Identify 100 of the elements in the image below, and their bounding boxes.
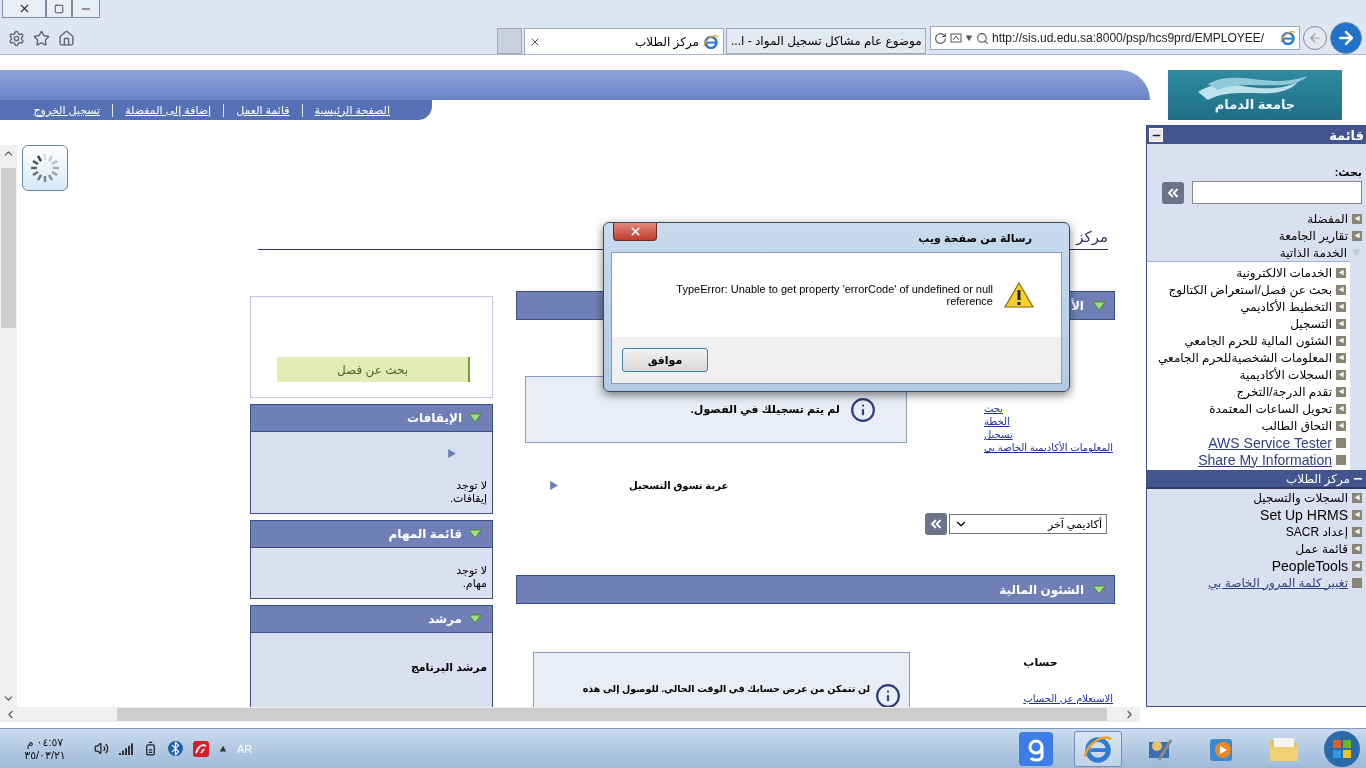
address-bar[interactable]: http://sis.ud.edu.sa:8000/psp/hcs9prd/EMPLOYEE/ bbox=[930, 26, 1300, 50]
collapse-icon[interactable] bbox=[1092, 300, 1106, 311]
menu-item[interactable]: الخدمات الالكترونية bbox=[1147, 264, 1350, 281]
menu-item[interactable]: الشئون المالية للحرم الجامعي bbox=[1147, 332, 1350, 349]
menu-item[interactable]: الخدمة الذاتية bbox=[1147, 244, 1366, 261]
menu-item[interactable]: المعلومات الشخصيةللحرم الجامعي bbox=[1147, 349, 1350, 366]
menu-item[interactable]: Set Up HRMS bbox=[1147, 506, 1366, 523]
folder-icon bbox=[1352, 526, 1362, 537]
battery-icon[interactable] bbox=[143, 741, 158, 756]
panel-text: إيقافات. bbox=[448, 492, 487, 505]
panel-text: لا توجد bbox=[455, 564, 487, 577]
collapse-icon[interactable] bbox=[468, 529, 482, 539]
browser-tab[interactable]: موضوع عام مشاكل تسجيل المواد - ا... bbox=[726, 28, 926, 54]
link[interactable]: تسجيل bbox=[983, 429, 1013, 440]
folder-icon bbox=[1336, 352, 1346, 363]
panel-text: مرشد البرنامج bbox=[409, 661, 487, 674]
folder-icon bbox=[1352, 230, 1362, 241]
nav-link[interactable]: تسجيل الخروج bbox=[21, 103, 113, 117]
collapse-icon[interactable] bbox=[1092, 584, 1106, 595]
search-label: بحث: bbox=[1334, 166, 1362, 179]
loading-icon bbox=[28, 151, 62, 185]
term-dropdown[interactable]: أكاديمي آخر bbox=[949, 514, 1107, 534]
menu-item[interactable]: المفضلة bbox=[1147, 210, 1366, 227]
refresh-icon[interactable] bbox=[934, 31, 947, 45]
bluetooth-icon[interactable] bbox=[168, 741, 183, 756]
folder-icon bbox=[1336, 267, 1346, 278]
folder-icon bbox=[1352, 492, 1362, 503]
menu-item-selected[interactable]: مركز الطلاب bbox=[1147, 470, 1366, 489]
browser-tab[interactable]: مركز الطلاب bbox=[524, 28, 724, 54]
star-icon[interactable] bbox=[33, 29, 50, 47]
folder-icon bbox=[1352, 213, 1362, 224]
arrow-icon[interactable] bbox=[548, 480, 559, 491]
loading-button[interactable] bbox=[22, 145, 68, 191]
minimize-button[interactable] bbox=[72, 0, 100, 18]
compatibility-icon[interactable] bbox=[950, 32, 962, 44]
menu-item[interactable]: تقدم الدرجة/التخرج bbox=[1147, 383, 1350, 400]
menu-item[interactable]: السجلات الأكاديمية bbox=[1147, 366, 1350, 383]
page-icon bbox=[1336, 437, 1346, 448]
start-button[interactable] bbox=[1322, 728, 1362, 768]
folder-icon bbox=[1336, 318, 1346, 329]
menu-item[interactable]: بحث عن فصل/استعراض الكتالوج bbox=[1147, 281, 1350, 298]
taskbar-app[interactable] bbox=[1074, 730, 1122, 767]
caret-icon[interactable] bbox=[965, 34, 973, 42]
menu-item[interactable]: التحاق الطالب bbox=[1147, 417, 1350, 434]
search-button[interactable] bbox=[1162, 181, 1184, 204]
nav-link[interactable]: إضافة إلى المفضلة bbox=[112, 103, 224, 117]
panel-text: مهام. bbox=[461, 577, 487, 590]
collapse-icon[interactable] bbox=[468, 614, 482, 624]
collapse-button[interactable] bbox=[1149, 128, 1163, 142]
folder-icon bbox=[1336, 369, 1346, 380]
close-button[interactable] bbox=[613, 223, 657, 241]
menu-item[interactable]: AWS Service Tester bbox=[1147, 434, 1350, 451]
nav-link[interactable]: قائمة العمل bbox=[223, 103, 302, 117]
cart-link[interactable]: عربة تسوق التسجيل bbox=[629, 480, 729, 491]
link[interactable]: بحث bbox=[983, 403, 1003, 414]
antivirus-icon[interactable] bbox=[193, 740, 209, 757]
menu-item[interactable]: السجلات والتسجيل bbox=[1147, 489, 1366, 506]
search-icon[interactable] bbox=[976, 31, 989, 45]
menu-item[interactable]: إعداد SACR bbox=[1147, 523, 1366, 540]
menu-item[interactable]: تغيير كلمة المرور الخاصة بي bbox=[1147, 574, 1366, 591]
field-label: حساب bbox=[1023, 656, 1058, 669]
search-class-button[interactable]: بحث عن فصل bbox=[277, 357, 470, 382]
volume-icon[interactable] bbox=[94, 741, 109, 756]
menu-item[interactable]: التخطيط الأكاديمي bbox=[1147, 298, 1350, 315]
notice-text: لم يتم تسجيلك في الفصول. bbox=[690, 403, 840, 416]
menu-item[interactable]: Share My Information bbox=[1147, 451, 1350, 468]
close-icon bbox=[628, 225, 642, 238]
panel-title: قائمة المهام bbox=[388, 527, 462, 541]
link[interactable]: المعلومات الأكاديمية الخاصة بي bbox=[983, 442, 1113, 453]
collapse-icon[interactable] bbox=[468, 413, 482, 423]
menu-item[interactable]: تحويل الساعات المعتمدة bbox=[1147, 400, 1350, 417]
horizontal-scrollbar[interactable] bbox=[0, 707, 1140, 722]
arrow-icon[interactable] bbox=[446, 448, 457, 459]
browser-icon bbox=[1083, 733, 1113, 764]
settings-icon[interactable] bbox=[8, 29, 25, 47]
error-message: TypeError: Unable to get property 'errorCode' of undefined or null reference bbox=[675, 283, 993, 307]
dialog-title: رسالة من صفحة ويب bbox=[918, 232, 1032, 245]
browser-icon bbox=[1280, 30, 1296, 46]
back-button[interactable] bbox=[1303, 26, 1327, 50]
go-button[interactable] bbox=[925, 513, 947, 535]
folder-icon bbox=[1336, 420, 1346, 431]
folder-icon bbox=[1352, 509, 1362, 520]
signal-icon[interactable] bbox=[119, 742, 133, 755]
restore-button[interactable] bbox=[46, 0, 72, 18]
menu-item[interactable]: قائمة عمل bbox=[1147, 540, 1366, 557]
caret-icon[interactable] bbox=[219, 744, 227, 753]
link[interactable]: الاستعلام عن الحساب bbox=[1023, 693, 1113, 704]
ok-button[interactable]: موافق bbox=[622, 348, 708, 372]
menu-item[interactable]: تقارير الجامعة bbox=[1147, 227, 1366, 244]
home-icon[interactable] bbox=[58, 29, 75, 47]
vertical-scrollbar[interactable] bbox=[0, 145, 17, 707]
menu-item[interactable]: PeopleTools bbox=[1147, 557, 1366, 574]
nav-link[interactable]: الصفحة الرئيسية bbox=[301, 103, 402, 117]
page-heading: مركز bbox=[1076, 227, 1108, 248]
menu-item[interactable]: التسجيل bbox=[1147, 315, 1350, 332]
forward-button[interactable] bbox=[1330, 22, 1362, 54]
folder-icon bbox=[1336, 284, 1346, 295]
search-field[interactable] bbox=[1192, 181, 1362, 204]
folder-icon bbox=[1336, 403, 1346, 414]
link[interactable]: الخطة bbox=[983, 416, 1010, 427]
